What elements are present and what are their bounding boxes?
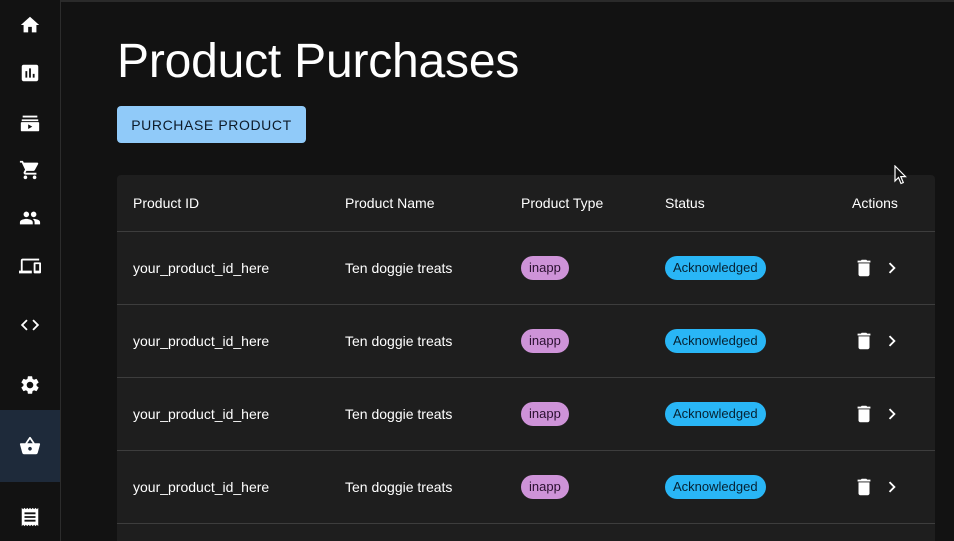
view-details-button[interactable] — [880, 256, 904, 280]
column-header-status[interactable]: Status — [665, 175, 705, 231]
people-icon — [19, 211, 41, 225]
actions-cell — [852, 232, 904, 304]
product-type-cell: inapp — [521, 378, 569, 450]
sidebar-item-cart[interactable] — [0, 146, 60, 194]
sidebar-item-home[interactable] — [0, 1, 60, 49]
product-type-cell: inapp — [521, 451, 569, 523]
product-name-cell: Ten doggie treats — [345, 260, 453, 276]
sidebar-item-media[interactable] — [0, 99, 60, 147]
status-cell: Acknowledged — [665, 232, 766, 304]
mouse-cursor-icon — [894, 165, 907, 185]
sidebar — [0, 0, 61, 541]
bar-chart-icon — [21, 64, 39, 82]
settings-icon — [21, 376, 39, 394]
chevron-right-icon — [888, 262, 896, 274]
sidebar-item-analytics[interactable] — [0, 49, 60, 97]
column-header-actions: Actions — [852, 195, 898, 211]
column-header-product-name[interactable]: Product Name — [345, 175, 434, 231]
chevron-right-icon — [888, 335, 896, 347]
product-id-cell: your_product_id_here — [133, 260, 270, 276]
product-type-chip: inapp — [521, 475, 569, 499]
shopping-cart-icon — [19, 160, 39, 180]
table-row[interactable]: your_product_id_here Ten doggie treats i… — [117, 378, 935, 451]
trash-icon — [857, 259, 871, 277]
product-type-cell: inapp — [521, 305, 569, 377]
table-header-row: Product ID Product Name Product Type Sta… — [117, 175, 935, 232]
table-row[interactable]: your_product_id_here Ten doggie treats i… — [117, 305, 935, 378]
status-chip: Acknowledged — [665, 329, 766, 353]
product-type-cell: inapp — [521, 232, 569, 304]
column-header-product-type[interactable]: Product Type — [521, 175, 603, 231]
product-type-chip: inapp — [521, 402, 569, 426]
chevron-right-icon — [888, 481, 896, 493]
shopping-basket-icon — [19, 436, 41, 455]
product-type-chip: inapp — [521, 329, 569, 353]
product-id-cell: your_product_id_here — [133, 406, 270, 422]
product-name-cell: Ten doggie treats — [345, 479, 453, 495]
product-name-cell: Ten doggie treats — [345, 333, 453, 349]
main-content: Product Purchases PURCHASE PRODUCT Produ… — [61, 0, 954, 541]
delete-button[interactable] — [852, 475, 876, 499]
receipt-icon — [21, 507, 39, 527]
video-library-icon — [20, 115, 40, 132]
code-icon — [20, 319, 40, 331]
trash-icon — [857, 405, 871, 423]
view-details-button[interactable] — [880, 329, 904, 353]
table-row[interactable]: your_product_id_here Ten doggie treats i… — [117, 451, 935, 524]
chevron-right-icon — [888, 408, 896, 420]
sidebar-item-devices[interactable] — [0, 242, 60, 290]
product-id-cell: your_product_id_here — [133, 479, 270, 495]
actions-cell — [852, 305, 904, 377]
delete-button[interactable] — [852, 329, 876, 353]
view-details-button[interactable] — [880, 402, 904, 426]
page-title: Product Purchases — [117, 35, 520, 88]
actions-cell — [852, 378, 904, 450]
status-cell: Acknowledged — [665, 378, 766, 450]
purchase-product-button[interactable]: PURCHASE PRODUCT — [117, 106, 306, 143]
status-cell: Acknowledged — [665, 305, 766, 377]
column-header-product-id[interactable]: Product ID — [133, 175, 199, 231]
delete-button[interactable] — [852, 402, 876, 426]
sidebar-item-developer[interactable] — [0, 301, 60, 349]
delete-button[interactable] — [852, 256, 876, 280]
product-type-chip: inapp — [521, 256, 569, 280]
product-name-cell: Ten doggie treats — [345, 406, 453, 422]
sidebar-item-purchases[interactable] — [0, 410, 60, 482]
view-details-button[interactable] — [880, 475, 904, 499]
home-icon — [20, 16, 40, 33]
status-chip: Acknowledged — [665, 256, 766, 280]
trash-icon — [857, 332, 871, 350]
sidebar-item-receipts[interactable] — [0, 493, 60, 541]
actions-cell — [852, 451, 904, 523]
trash-icon — [857, 478, 871, 496]
purchases-table: Product ID Product Name Product Type Sta… — [117, 175, 935, 541]
product-id-cell: your_product_id_here — [133, 333, 270, 349]
devices-icon — [19, 258, 41, 274]
status-chip: Acknowledged — [665, 475, 766, 499]
sidebar-item-settings[interactable] — [0, 361, 60, 409]
sidebar-item-users[interactable] — [0, 194, 60, 242]
table-row[interactable]: your_product_id_here Ten doggie treats i… — [117, 232, 935, 305]
status-chip: Acknowledged — [665, 402, 766, 426]
status-cell: Acknowledged — [665, 451, 766, 523]
